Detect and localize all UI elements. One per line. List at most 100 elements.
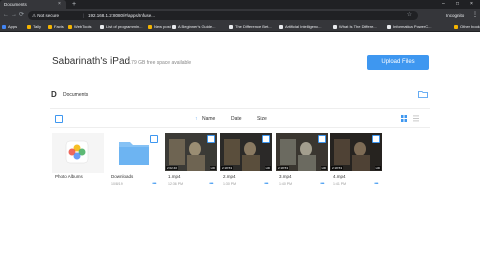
bookmark-label: A Beginner's Guide...	[178, 24, 216, 29]
upload-files-button[interactable]: Upload Files	[367, 55, 429, 70]
divider	[50, 127, 430, 128]
item-checkbox[interactable]	[262, 135, 270, 143]
bookmark-item[interactable]: A Beginner's Guide...	[172, 23, 215, 31]
file-item-folder[interactable]: Downloads 10/8/19 •••	[108, 133, 160, 189]
tab-documents[interactable]: Documents ×	[0, 0, 66, 9]
sort-by-date[interactable]: Date	[231, 116, 242, 123]
bookmark-item[interactable]: Facts	[48, 23, 64, 31]
bookmark-label: New post	[154, 24, 171, 29]
more-options-icon[interactable]: •••	[264, 182, 268, 187]
more-options-icon[interactable]: •••	[152, 182, 156, 187]
bookmark-folder-icon	[333, 25, 337, 29]
item-date: 1:41 PM	[333, 182, 347, 186]
bookmark-item[interactable]: What Is The Differe...	[333, 23, 377, 31]
bookmark-label: List of programmin...	[106, 24, 143, 29]
bookmark-item[interactable]: Tally	[27, 23, 41, 31]
bookmark-folder-icon	[172, 25, 176, 29]
bookmark-label: What Is The Differe...	[339, 24, 377, 29]
file-item-video[interactable]: 2:18:53 HD 3.mp4 1:40 PM •••	[276, 133, 328, 189]
grid-view-icon[interactable]	[401, 115, 407, 122]
file-item-video[interactable]: 2:02:40 HD 1.mp4 12:36 PM •••	[165, 133, 217, 189]
bookmark-item[interactable]: Informatica PowerC...	[387, 23, 431, 31]
item-name: 2.mp4	[223, 174, 236, 179]
sort-by-name[interactable]: Name	[202, 116, 215, 123]
video-duration: 2:02:40	[166, 166, 179, 170]
file-item-video[interactable]: 2:18:53 HD 2.mp4 1:30 PM •••	[220, 133, 272, 189]
browser-tab-strip: Documents × + – □ ×	[0, 0, 480, 9]
address-bar[interactable]: ⚠ Not secure | 192.168.1.2:8080/#/apps/I…	[28, 11, 418, 20]
video-duration: 2:18:53	[331, 166, 344, 170]
video-duration: 2:18:53	[277, 166, 290, 170]
photos-app-icon	[65, 140, 89, 164]
bookmark-item[interactable]: Apps	[2, 23, 17, 31]
bookmark-folder-icon	[27, 25, 31, 29]
documents-app-icon: D	[51, 90, 57, 99]
bookmark-label: Artificial Intelligenc...	[285, 24, 322, 29]
hd-badge: HD	[320, 166, 327, 170]
bookmark-label: Informatica PowerC...	[393, 24, 432, 29]
url-text[interactable]: 192.168.1.2:8080/#/apps/Infuse...	[88, 12, 155, 19]
bookmark-label: Apps	[8, 24, 18, 29]
free-space-text: 7.79 GB free space available	[127, 60, 192, 66]
bookmark-folder-icon	[454, 25, 458, 29]
bookmark-label: The Difference Bet...	[235, 24, 272, 29]
bookmark-item[interactable]: List of programmin...	[100, 23, 142, 31]
incognito-indicator[interactable]: Incognito	[446, 12, 464, 19]
bookmark-folder-icon	[2, 25, 6, 29]
sort-by-size[interactable]: Size	[257, 116, 267, 123]
item-date: 1:30 PM	[223, 182, 237, 186]
reload-icon[interactable]: ⟳	[19, 11, 24, 20]
maximize-button[interactable]: □	[456, 0, 459, 9]
forward-icon[interactable]: →	[11, 11, 17, 20]
new-tab-button[interactable]: +	[72, 0, 76, 9]
bookmark-item[interactable]: Other bookm	[454, 23, 480, 31]
minimize-button[interactable]: –	[442, 0, 445, 9]
more-options-icon[interactable]: •••	[374, 182, 378, 187]
item-name: 4.mp4	[333, 174, 346, 179]
bookmark-folder-icon	[148, 25, 152, 29]
bookmark-item[interactable]: The Difference Bet...	[229, 23, 272, 31]
bookmark-folder-icon	[48, 25, 52, 29]
item-date: 1:40 PM	[279, 182, 293, 186]
browser-menu-icon[interactable]: ⋮	[472, 11, 478, 20]
item-checkbox[interactable]	[318, 135, 326, 143]
bookmark-folder-icon	[68, 25, 72, 29]
back-icon[interactable]: ←	[3, 11, 9, 20]
bookmark-label: WebTools	[74, 24, 92, 29]
page-content: Sabarinath's iPad 7.79 GB free space ava…	[0, 33, 480, 270]
file-item-video[interactable]: 2:18:53 HD 4.mp4 1:41 PM •••	[330, 133, 382, 189]
section-title: Documents	[63, 92, 89, 98]
bookmark-item[interactable]: Artificial Intelligenc...	[279, 23, 321, 31]
file-item-albums[interactable]: Photo Albums	[52, 133, 104, 189]
photo-albums-icon	[52, 133, 104, 173]
select-all-checkbox[interactable]	[55, 115, 63, 123]
bookmarks-bar: Apps Tally Facts WebTools List of programmin…	[0, 22, 480, 32]
item-name: Downloads	[111, 174, 134, 179]
item-date: 12:36 PM	[168, 182, 183, 186]
bookmark-folder-icon	[100, 25, 104, 29]
close-window-button[interactable]: ×	[470, 0, 473, 9]
more-options-icon[interactable]: •••	[209, 182, 213, 187]
bookmark-folder-icon	[229, 25, 233, 29]
new-folder-icon[interactable]	[418, 90, 428, 98]
browser-toolbar: ← → ⟳ ⚠ Not secure | 192.168.1.2:8080/#/…	[0, 9, 480, 22]
divider	[50, 108, 430, 109]
item-date: 10/8/19	[111, 182, 123, 186]
item-name: 3.mp4	[279, 174, 292, 179]
item-checkbox[interactable]	[372, 135, 380, 143]
hd-badge: HD	[264, 166, 271, 170]
list-view-icon[interactable]	[413, 115, 419, 122]
hd-badge: HD	[374, 166, 381, 170]
address-separator: |	[83, 13, 85, 18]
bookmark-folder-icon	[279, 25, 283, 29]
sort-direction-icon[interactable]: ↑	[195, 116, 198, 123]
more-options-icon[interactable]: •••	[320, 182, 324, 187]
item-checkbox[interactable]	[207, 135, 215, 143]
security-warning-label: Not secure	[37, 13, 60, 18]
tab-close-icon[interactable]: ×	[58, 1, 61, 8]
bookmark-item[interactable]: New post	[148, 23, 171, 31]
item-name: Photo Albums	[55, 174, 83, 179]
bookmark-item[interactable]: WebTools	[68, 23, 92, 31]
item-checkbox[interactable]	[150, 135, 158, 143]
bookmark-star-icon[interactable]: ☆	[407, 11, 412, 20]
